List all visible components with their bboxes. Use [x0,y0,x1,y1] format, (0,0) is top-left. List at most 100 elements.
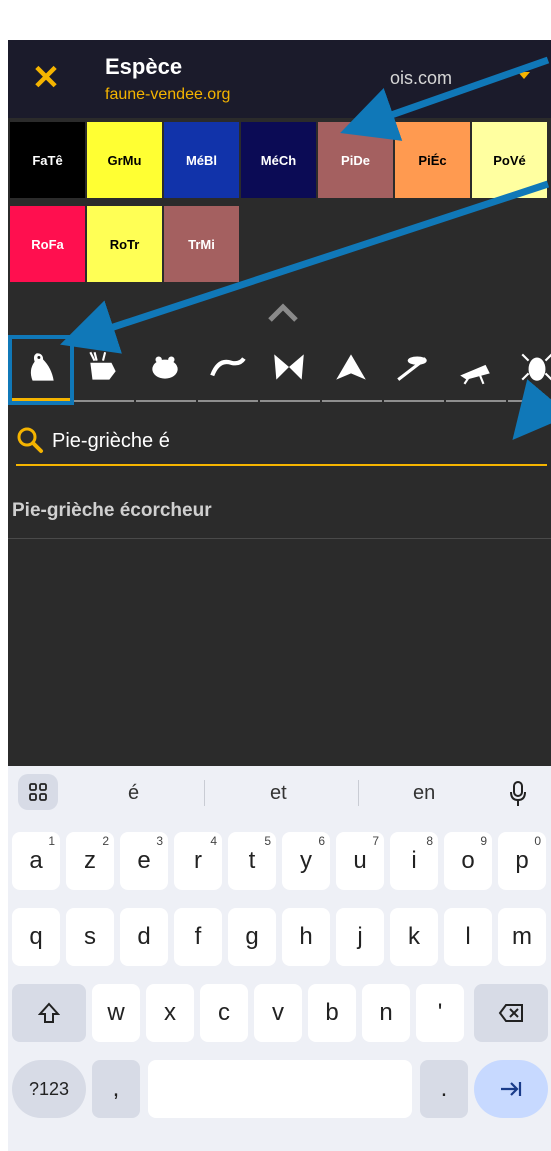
suggestion[interactable]: et [270,782,287,805]
key-s[interactable]: s [66,908,114,966]
suggestion[interactable]: en [413,782,435,805]
key-hint: 1 [48,834,55,848]
key-o[interactable]: o9 [444,832,492,890]
domain-selector[interactable]: ois.com [390,68,452,89]
deer-icon [89,351,116,380]
app-bar: ✕ Espèce faune-vendee.org ois.com [8,40,551,118]
species-chip[interactable]: RoTr [87,206,162,282]
tab-underline [136,400,196,402]
tab-beetle[interactable] [508,338,551,402]
species-chip[interactable]: FaTê [10,122,85,198]
species-chip[interactable]: MéBl [164,122,239,198]
key-w[interactable]: w [92,984,140,1042]
butterfly-icon [274,354,304,380]
species-chip[interactable]: GrMu [87,122,162,198]
key-hint: 4 [210,834,217,848]
key-q[interactable]: q [12,908,60,966]
key-x[interactable]: x [146,984,194,1042]
key-y[interactable]: y6 [282,832,330,890]
next-icon[interactable] [474,1060,548,1118]
key-d[interactable]: d [120,908,168,966]
key-p[interactable]: p0 [498,832,546,890]
key-h[interactable]: h [282,908,330,966]
key-period[interactable]: . [420,1060,468,1118]
key-u[interactable]: u7 [336,832,384,890]
key-e[interactable]: e3 [120,832,168,890]
tab-frog[interactable] [136,338,196,402]
search-input[interactable]: Pie-grièche é [52,430,170,453]
key-n[interactable]: n [362,984,410,1042]
key-hint: 2 [102,834,109,848]
page-title: Espèce [105,54,183,79]
key-v[interactable]: v [254,984,302,1042]
key-hint: 3 [156,834,163,848]
grasshopper-icon [460,364,490,385]
key-l[interactable]: l [444,908,492,966]
result-label: Pie-grièche écorcheur [12,500,212,521]
apps-grid-icon[interactable] [18,774,58,810]
species-chip[interactable]: MéCh [241,122,316,198]
chevron-down-icon[interactable] [518,72,530,79]
beetle-icon [521,353,551,381]
key-t[interactable]: t5 [228,832,276,890]
key-c[interactable]: c [200,984,248,1042]
app-screen: ✕ Espèce faune-vendee.org ois.com FaTê Gr… [8,40,551,1151]
tab-deer[interactable] [74,338,134,402]
bird-icon [30,353,54,381]
tab-underline [508,400,551,402]
search-bar[interactable]: Pie-grièche é [8,412,551,484]
species-chip[interactable]: PiDe [318,122,393,198]
suggestion-bar: é et en [8,766,551,822]
tab-dragonfly[interactable] [384,338,444,402]
search-icon [17,427,43,453]
moth-icon [336,354,366,380]
backspace-icon[interactable] [474,984,548,1042]
tab-underline [446,400,506,402]
species-chip[interactable]: RoFa [10,206,85,282]
list-item[interactable]: Pie-grièche écorcheur [8,484,551,539]
frog-icon [152,356,178,379]
taxon-tabs [8,330,551,412]
site-subtitle: faune-vendee.org [105,86,231,103]
tab-bird[interactable] [8,335,74,405]
tab-underline [74,400,134,402]
key-hint: 6 [318,834,325,848]
species-chip[interactable]: TrMi [164,206,239,282]
key-apostrophe[interactable]: ' [416,984,464,1042]
tab-grasshopper[interactable] [446,338,506,402]
key-i[interactable]: i8 [390,832,438,890]
key-z[interactable]: z2 [66,832,114,890]
shift-icon[interactable] [12,984,86,1042]
key-f[interactable]: f [174,908,222,966]
key-k[interactable]: k [390,908,438,966]
key-comma[interactable]: , [92,1060,140,1118]
divider [358,780,359,806]
space-bar[interactable] [148,1060,412,1118]
key-hint: 9 [480,834,487,848]
keyboard: é et en a1z2e3r4t5y6u7i8o9p0 qsdfghjklm wx… [8,766,551,1151]
symbols-key[interactable]: ?123 [12,1060,86,1118]
search-underline [16,464,547,466]
key-j[interactable]: j [336,908,384,966]
tab-underline [12,398,70,401]
tab-butterfly[interactable] [260,338,320,402]
tab-moth[interactable] [322,338,382,402]
tab-underline [198,400,258,402]
key-g[interactable]: g [228,908,276,966]
key-b[interactable]: b [308,984,356,1042]
suggestion[interactable]: é [128,782,139,805]
microphone-icon[interactable] [508,780,528,808]
species-chip[interactable]: PoVé [472,122,547,198]
key-r[interactable]: r4 [174,832,222,890]
key-a[interactable]: a1 [12,832,60,890]
chevron-up-icon[interactable] [266,300,300,324]
lizard-icon [210,357,246,377]
key-m[interactable]: m [498,908,546,966]
species-chip[interactable]: PiÉc [395,122,470,198]
dragonfly-icon [397,356,427,381]
close-icon[interactable]: ✕ [26,58,66,98]
tab-underline [260,400,320,402]
tab-underline [322,400,382,402]
divider [204,780,205,806]
tab-lizard[interactable] [198,338,258,402]
